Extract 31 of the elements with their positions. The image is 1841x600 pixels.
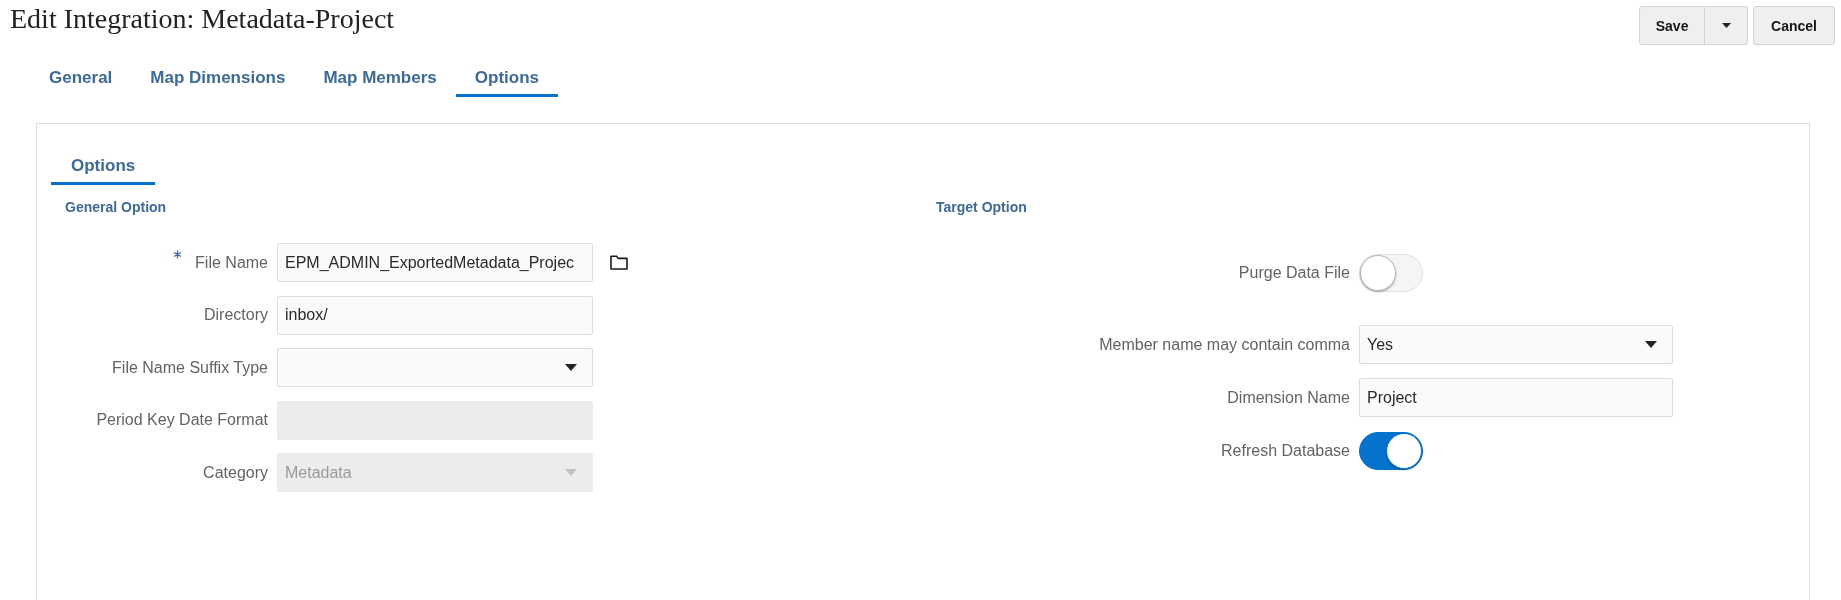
tab[interactable]: Options: [455, 60, 558, 97]
caret-icon: [565, 469, 577, 476]
tab[interactable]: Map Dimensions: [131, 60, 305, 97]
text-field[interactable]: Project: [1359, 378, 1673, 417]
field-label: File Name Suffix Type: [112, 358, 268, 377]
section-heading: Target Option: [936, 199, 1027, 216]
tab[interactable]: Map Members: [304, 60, 456, 97]
field-label: Refresh Database: [1221, 441, 1350, 460]
menu-button[interactable]: [1705, 6, 1749, 45]
field-label: Category: [203, 463, 268, 482]
action-button[interactable]: Save: [1639, 6, 1706, 45]
tab[interactable]: General: [30, 60, 132, 97]
field-label: Dimension Name: [1227, 388, 1350, 407]
field-label: File Name: [195, 253, 268, 272]
field-label: Period Key Date Format: [96, 411, 268, 429]
caret-icon: [1645, 341, 1657, 348]
field-label: Member name may contain comma: [1099, 335, 1350, 354]
page-title: Edit Integration: Metadata-Project: [10, 3, 395, 35]
text-field[interactable]: EPM_ADMIN_ExportedMetadata_Projec: [277, 243, 593, 282]
field-label: Directory: [204, 306, 268, 324]
caret-icon: [1721, 23, 1731, 28]
dropdown[interactable]: [277, 348, 593, 387]
text-field[interactable]: inbox/: [277, 295, 593, 335]
caret-icon: [565, 364, 577, 371]
tab[interactable]: Options: [51, 147, 156, 185]
dropdown[interactable]: Yes: [1359, 325, 1673, 364]
toggle-switch[interactable]: [1359, 431, 1423, 470]
field-label: Purge Data File: [1238, 263, 1350, 282]
section-heading: General Option: [65, 199, 167, 216]
folder-icon[interactable]: [610, 255, 628, 270]
action-button[interactable]: Cancel: [1753, 6, 1835, 45]
